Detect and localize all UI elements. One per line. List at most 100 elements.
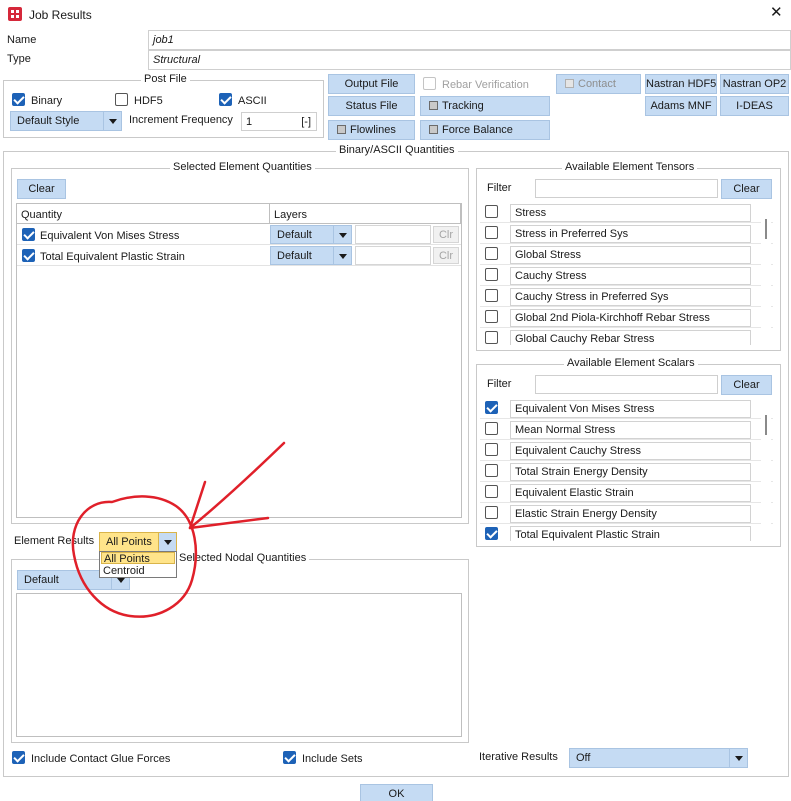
list-item[interactable]: Mean Normal Stress <box>480 419 773 440</box>
item-checkbox[interactable] <box>485 401 498 414</box>
increment-input[interactable]: 1 [-] <box>241 112 317 131</box>
scalars-clear-button[interactable]: Clear <box>721 375 772 395</box>
list-item[interactable]: Equivalent Von Mises Stress <box>480 398 773 419</box>
increment-toggle[interactable]: [-] <box>301 113 311 131</box>
contact-button[interactable]: Contact <box>556 74 641 94</box>
hdf5-checkbox[interactable] <box>115 93 128 106</box>
list-item[interactable]: Equivalent Cauchy Stress <box>480 440 773 461</box>
name-field[interactable]: job1 <box>148 30 791 50</box>
chevron-down-icon <box>333 226 351 243</box>
list-item[interactable]: Stress in Preferred Sys <box>480 223 773 244</box>
list-item[interactable]: Total Equivalent Plastic Strain <box>480 524 773 541</box>
binary-ascii-title: Binary/ASCII Quantities <box>336 144 458 157</box>
close-icon[interactable]: ✕ <box>770 5 783 20</box>
list-item[interactable]: Total Strain Energy Density <box>480 461 773 482</box>
tensors-filter-input[interactable] <box>535 179 718 198</box>
binary-checkbox[interactable] <box>12 93 25 106</box>
list-item[interactable]: Global Stress <box>480 244 773 265</box>
item-checkbox[interactable] <box>485 527 498 540</box>
item-label: Mean Normal Stress <box>510 421 751 439</box>
scroll-thumb[interactable] <box>765 415 767 435</box>
scalars-filter-label: Filter <box>487 378 512 390</box>
item-label: Global 2nd Piola-Kirchhoff Rebar Stress <box>510 309 751 327</box>
layer-input[interactable] <box>355 246 431 265</box>
ok-button[interactable]: OK <box>360 784 433 801</box>
iterative-results-value: Off <box>576 752 591 764</box>
item-label: Total Strain Energy Density <box>510 463 751 481</box>
item-checkbox[interactable] <box>485 485 498 498</box>
nodal-list <box>16 593 462 737</box>
dropdown-option-centroid[interactable]: Centroid <box>101 565 175 577</box>
item-label: Total Equivalent Plastic Strain <box>510 526 751 541</box>
rebar-verification-checkbox[interactable] <box>423 77 436 90</box>
nastran-op2-button[interactable]: Nastran OP2 <box>720 74 789 94</box>
selected-element-title: Selected Element Quantities <box>170 161 315 174</box>
flowlines-indicator <box>337 125 346 134</box>
item-label: Stress <box>510 204 751 222</box>
layer-input[interactable] <box>355 225 431 244</box>
item-checkbox[interactable] <box>485 506 498 519</box>
include-sets-checkbox[interactable] <box>283 751 296 764</box>
type-field[interactable]: Structural <box>148 50 791 70</box>
style-value: Default Style <box>17 115 80 127</box>
ascii-checkbox[interactable] <box>219 93 232 106</box>
table-row: Total Equivalent Plastic Strain Default … <box>17 245 461 266</box>
increment-label: Increment Frequency <box>129 114 233 126</box>
item-checkbox[interactable] <box>485 443 498 456</box>
list-item[interactable]: Global Cauchy Rebar Stress <box>480 328 773 345</box>
row-checkbox[interactable] <box>22 228 35 241</box>
item-checkbox[interactable] <box>485 331 498 344</box>
layer-combo[interactable]: Default <box>270 246 352 265</box>
rebar-verification-label: Rebar Verification <box>442 79 529 91</box>
selected-element-clear-button[interactable]: Clear <box>17 179 66 199</box>
title-bar: Job Results ✕ <box>0 0 791 29</box>
adams-mnf-button[interactable]: Adams MNF <box>645 96 717 116</box>
contact-glue-checkbox[interactable] <box>12 751 25 764</box>
contact-glue-label: Include Contact Glue Forces <box>31 753 171 765</box>
style-combo[interactable]: Default Style <box>10 111 122 131</box>
status-file-button[interactable]: Status File <box>328 96 415 116</box>
selected-element-table: Quantity Layers Equivalent Von Mises Str… <box>16 203 462 518</box>
item-checkbox[interactable] <box>485 268 498 281</box>
item-checkbox[interactable] <box>485 205 498 218</box>
tensors-title: Available Element Tensors <box>562 161 698 174</box>
list-item[interactable]: Equivalent Elastic Strain <box>480 482 773 503</box>
item-checkbox[interactable] <box>485 464 498 477</box>
tracking-button[interactable]: Tracking <box>420 96 550 116</box>
list-item[interactable]: Stress <box>480 202 773 223</box>
item-label: Stress in Preferred Sys <box>510 225 751 243</box>
dropdown-option-all-points[interactable]: All Points <box>101 552 175 565</box>
hdf5-label: HDF5 <box>134 95 163 107</box>
output-file-button[interactable]: Output File <box>328 74 415 94</box>
iterative-results-combo[interactable]: Off <box>569 748 748 768</box>
ideas-button[interactable]: I-DEAS <box>720 96 789 116</box>
item-checkbox[interactable] <box>485 310 498 323</box>
scalars-filter-input[interactable] <box>535 375 718 394</box>
scalars-scrollbar[interactable] <box>761 398 771 541</box>
include-sets-label: Include Sets <box>302 753 363 765</box>
tensors-clear-button[interactable]: Clear <box>721 179 772 199</box>
tensors-scrollbar[interactable] <box>761 202 771 345</box>
nastran-hdf5-button[interactable]: Nastran HDF5 <box>645 74 717 94</box>
row-checkbox[interactable] <box>22 249 35 262</box>
layer-combo[interactable]: Default <box>270 225 352 244</box>
item-checkbox[interactable] <box>485 226 498 239</box>
element-results-combo[interactable]: All Points <box>99 532 177 552</box>
item-label: Equivalent Von Mises Stress <box>510 400 751 418</box>
clr-button[interactable]: Clr <box>433 247 459 264</box>
list-item[interactable]: Cauchy Stress <box>480 265 773 286</box>
clr-button[interactable]: Clr <box>433 226 459 243</box>
list-item[interactable]: Cauchy Stress in Preferred Sys <box>480 286 773 307</box>
element-results-dropdown: All Points Centroid <box>99 551 177 578</box>
scroll-thumb[interactable] <box>765 219 767 239</box>
list-item[interactable]: Global 2nd Piola-Kirchhoff Rebar Stress <box>480 307 773 328</box>
item-label: Equivalent Elastic Strain <box>510 484 751 502</box>
item-label: Global Stress <box>510 246 751 264</box>
item-checkbox[interactable] <box>485 289 498 302</box>
list-item[interactable]: Elastic Strain Energy Density <box>480 503 773 524</box>
row-quantity: Equivalent Von Mises Stress <box>40 230 180 242</box>
item-checkbox[interactable] <box>485 247 498 260</box>
item-checkbox[interactable] <box>485 422 498 435</box>
force-balance-button[interactable]: Force Balance <box>420 120 550 140</box>
flowlines-button[interactable]: Flowlines <box>328 120 415 140</box>
